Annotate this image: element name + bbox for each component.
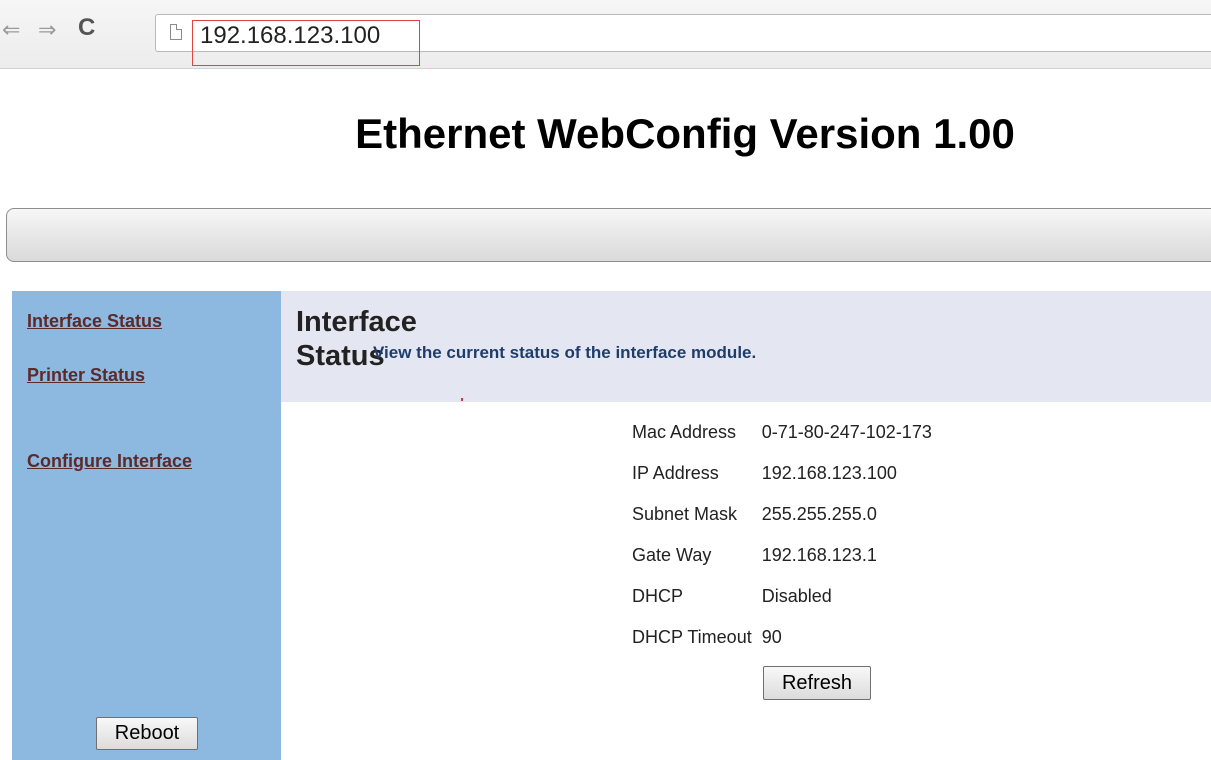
table-row: Subnet Mask 255.255.255.0 [628,494,936,535]
row-label: Gate Way [632,545,712,565]
table-row: Mac Address 0-71-80-247-102-173 [628,412,936,453]
url-text[interactable]: 192.168.123.100 [200,22,380,50]
row-label: DHCP [632,586,684,606]
sidebar-link-configure-interface[interactable]: Configure Interface [27,451,192,472]
table-row: Gate Way 192.168.123.1 [628,535,936,576]
back-arrow-icon[interactable]: ⇐ [2,18,20,42]
section-description: View the current status of the interface… [373,343,757,362]
table-row: IP Address 192.168.123.100 [628,453,936,494]
status-table: Mac Address 0-71-80-247-102-173 IP Addre… [628,412,936,658]
row-label: DHCP Timeout [632,627,752,647]
banner-bar [6,208,1211,262]
row-value: 192.168.123.1 [761,545,877,565]
row-value: 255.255.255.0 [761,504,877,524]
row-label: Subnet Mask [632,504,738,524]
reload-icon[interactable]: C [78,16,95,40]
forward-arrow-icon[interactable]: ⇒ [38,18,56,42]
table-row: DHCP Timeout 90 [628,617,936,658]
reboot-button[interactable]: Reboot [96,717,198,750]
page-title: Ethernet WebConfig Version 1.00 [355,110,1015,157]
row-value: 0-71-80-247-102-173 [761,422,932,442]
row-value: 90 [761,627,782,647]
row-label: IP Address [632,463,719,483]
table-row: DHCP Disabled [628,576,936,617]
divider-mark [461,398,463,401]
page-icon [170,24,182,40]
refresh-button[interactable]: Refresh [763,666,871,700]
row-label: Mac Address [632,422,737,442]
sidebar-link-printer-status[interactable]: Printer Status [27,365,145,386]
row-value: Disabled [761,586,832,606]
sidebar-link-interface-status[interactable]: Interface Status [27,311,162,332]
address-bar[interactable]: 192.168.123.100 [155,14,1211,66]
browser-toolbar: ⇐ ⇒ C 192.168.123.100 [0,0,1211,69]
sidebar: Interface Status Printer Status Configur… [12,291,281,760]
row-value: 192.168.123.100 [761,463,897,483]
content-header: Interface Status View the current status… [281,291,1211,402]
